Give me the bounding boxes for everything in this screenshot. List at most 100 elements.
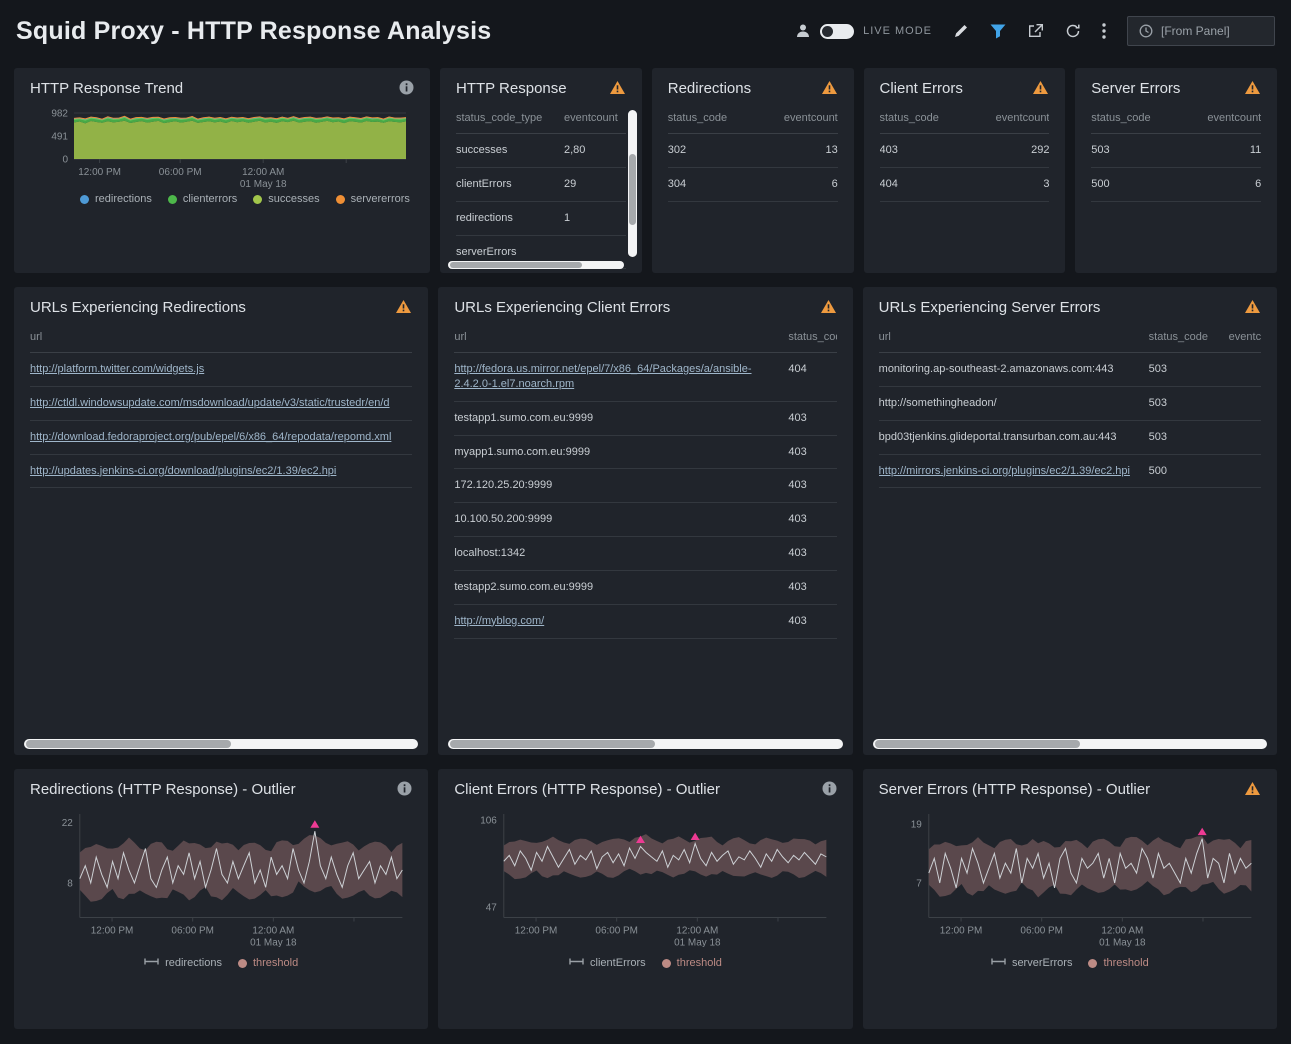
legend-item-threshold[interactable]: threshold [662,957,722,969]
svg-text:12:00 PM: 12:00 PM [78,167,121,178]
warning-icon[interactable] [395,299,412,314]
column-header-status_code[interactable]: status_code [668,105,768,134]
warning-icon[interactable] [1244,781,1261,796]
share-icon[interactable] [1027,23,1044,39]
info-icon[interactable] [822,781,837,796]
outlier-chart-redirections: 22812:00 PM06:00 PM12:00 AM01 May 18 [30,806,412,947]
header-controls: LIVE MODE [From Panel] [795,16,1275,46]
svg-text:01 May 18: 01 May 18 [674,937,721,947]
panel-title: Redirections (HTTP Response) - Outlier [30,781,296,798]
table-cell: monitoring.ap-southeast-2.amazonaws.com:… [879,353,1149,387]
table-row: 10.100.50.200:9999403 [454,503,836,537]
table-cell: 404 [788,353,836,402]
user-icon[interactable] [795,23,811,39]
scrollbar-thumb[interactable] [629,154,636,225]
column-header-status_code[interactable]: status_code [1091,105,1191,134]
scrollbar-thumb[interactable] [450,740,655,748]
svg-text:982: 982 [51,109,68,120]
more-options-icon[interactable] [1102,23,1106,39]
url-link[interactable]: http://download.fedoraproject.org/pub/ep… [30,431,391,443]
column-header-status_code[interactable]: status_code [1149,324,1229,353]
table-cell: 403 [788,537,836,571]
warning-icon[interactable] [820,299,837,314]
url-link[interactable]: http://platform.twitter.com/widgets.js [30,363,204,375]
legend-item-servererrors[interactable]: servererrors [336,193,410,205]
warning-icon[interactable] [821,80,838,95]
url-link[interactable]: http://mirrors.jenkins-ci.org/plugins/ec… [879,465,1130,477]
legend-item-serverErrors[interactable]: serverErrors [991,957,1073,969]
table-row: testapp2.sumo.com.eu:9999403 [454,570,836,604]
vertical-scrollbar[interactable] [628,110,637,257]
warning-icon[interactable] [609,80,626,95]
url-link[interactable]: http://fedora.us.mirror.net/epel/7/x86_6… [454,363,751,390]
column-header-eventcount[interactable]: eventcount [1191,105,1261,134]
panel-title: Client Errors [880,80,963,97]
svg-text:06:00 PM: 06:00 PM [596,925,639,936]
legend-item-clienterrors[interactable]: clienterrors [168,193,237,205]
panel-title: Client Errors (HTTP Response) - Outlier [454,781,720,798]
legend-item-successes[interactable]: successes [253,193,319,205]
clock-icon [1139,24,1153,38]
table-cell: clientErrors [456,167,564,201]
table-row: testapp1.sumo.com.eu:9999403 [454,401,836,435]
scrollbar-thumb[interactable] [26,740,231,748]
table-cell: successes [456,134,564,168]
column-header-status_code_type[interactable]: status_code_type [456,105,564,134]
horizontal-scrollbar[interactable] [448,261,624,269]
legend-item-clientErrors[interactable]: clientErrors [569,957,646,969]
series-line-icon [144,957,159,969]
toggle-knob [822,26,833,37]
edit-icon[interactable] [953,23,969,39]
column-header-eventcount[interactable]: eventcount [768,105,838,134]
legend-item-redirections[interactable]: redirections [144,957,222,969]
warning-icon[interactable] [1244,80,1261,95]
top-bar: Squid Proxy - HTTP Response Analysis LIV… [0,0,1291,62]
scrollbar-thumb[interactable] [875,740,1080,748]
table-row: http://platform.twitter.com/widgets.js [30,353,412,387]
svg-text:12:00 AM: 12:00 AM [1101,925,1143,936]
column-header-eventcount[interactable]: eventcount [564,105,626,134]
series-dot-icon [168,195,177,204]
table-row: 172.120.25.20:9999403 [454,469,836,503]
column-header-url[interactable]: url [454,324,788,353]
legend-item-threshold[interactable]: threshold [1088,957,1148,969]
series-dot-icon [336,195,345,204]
table-cell: testapp2.sumo.com.eu:9999 [454,570,788,604]
info-icon[interactable] [399,80,414,95]
column-header-url[interactable]: url [30,324,412,353]
svg-text:12:00 AM: 12:00 AM [252,925,294,936]
legend-item-threshold[interactable]: threshold [238,957,298,969]
horizontal-scrollbar[interactable] [24,739,418,749]
warning-icon[interactable] [1032,80,1049,95]
column-header-status_code[interactable]: status_code [880,105,980,134]
table-cell: 11 [1191,134,1261,168]
dashboard-title: Squid Proxy - HTTP Response Analysis [16,17,491,46]
live-mode-toggle[interactable] [820,24,854,39]
warning-icon[interactable] [1244,299,1261,314]
legend-label: serverErrors [1012,957,1073,969]
column-header-status_code[interactable]: status_code [788,324,836,353]
url-link[interactable]: http://ctldl.windowsupdate.com/msdownloa… [30,397,390,409]
refresh-icon[interactable] [1065,23,1081,39]
legend-item-redirections[interactable]: redirections [80,193,152,205]
panel-title: Server Errors (HTTP Response) - Outlier [879,781,1150,798]
url-link[interactable]: http://updates.jenkins-ci.org/download/p… [30,465,336,477]
time-range-selector[interactable]: [From Panel] [1127,16,1275,46]
table-cell: 304 [668,167,768,201]
trend-legend: redirections clienterrors successes servere… [30,193,414,205]
table-cell: http://download.fedoraproject.org/pub/ep… [30,420,412,454]
scrollbar-thumb[interactable] [450,262,582,268]
panel-http-response-trend: HTTP Response Trend 982491012:00 PM06:00… [14,68,430,273]
panel-outlier-server-errors: Server Errors (HTTP Response) - Outlier … [863,769,1277,1029]
horizontal-scrollbar[interactable] [448,739,842,749]
outlier-legend: clientErrors threshold [454,957,836,969]
info-icon[interactable] [397,781,412,796]
filter-icon[interactable] [990,24,1006,39]
dashboard-grid: HTTP Response Trend 982491012:00 PM06:00… [0,62,1291,1029]
horizontal-scrollbar[interactable] [873,739,1267,749]
column-header-url[interactable]: url [879,324,1149,353]
column-header-eventcount[interactable]: eventcount [1229,324,1261,353]
column-header-eventcount[interactable]: eventcount [980,105,1050,134]
url-link[interactable]: http://myblog.com/ [454,615,544,627]
table-cell: 403 [788,401,836,435]
